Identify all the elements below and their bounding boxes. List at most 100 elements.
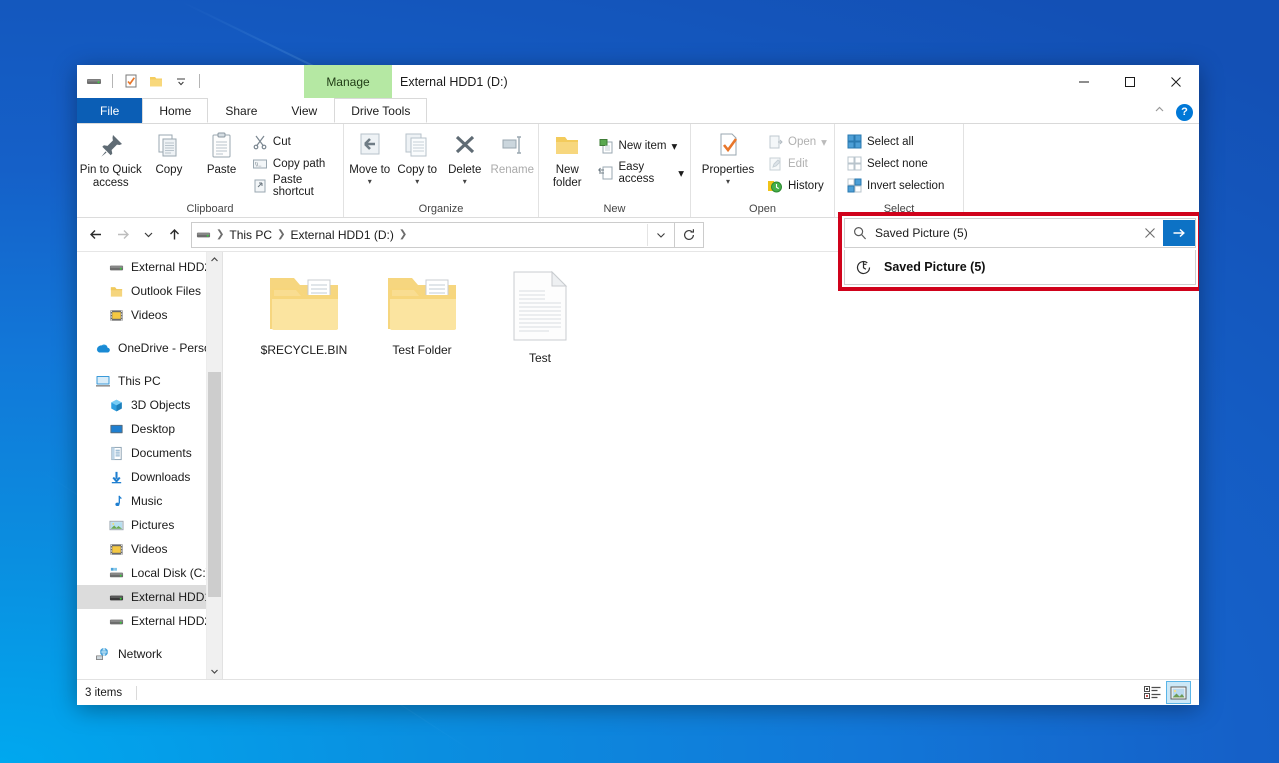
edit-button[interactable]: Edit (763, 154, 831, 173)
open-caret-icon[interactable]: ▾ (821, 135, 827, 149)
invert-selection-button[interactable]: Invert selection (843, 176, 948, 195)
sidebar-item-external-hdd2[interactable]: External HDD2 (E:) (77, 609, 222, 633)
sidebar-item-downloads[interactable]: Downloads (77, 465, 222, 489)
sidebar-item-external-hdd2-top[interactable]: External HDD2 (E:) (77, 255, 222, 279)
breadcrumb[interactable]: ❯ This PC ❯ External HDD1 (D:) ❯ (191, 222, 675, 248)
copy-button[interactable]: Copy (143, 128, 196, 177)
sidebar-item-this-pc[interactable]: This PC (77, 369, 222, 393)
sidebar-item-network[interactable]: Network (77, 642, 222, 666)
search-go-button[interactable] (1163, 220, 1195, 246)
sidebar-item-external-hdd1[interactable]: External HDD1 (D:) (77, 585, 222, 609)
minimize-button[interactable] (1061, 65, 1107, 98)
paste-button[interactable]: Paste (195, 128, 248, 177)
sidebar-label: Videos (131, 308, 167, 322)
large-icons-view-button[interactable] (1166, 681, 1191, 704)
pin-to-quick-access-button[interactable]: Pin to Quick access (79, 128, 143, 189)
drive-icon (109, 590, 124, 605)
recent-locations-button[interactable] (135, 222, 161, 248)
help-icon[interactable]: ? (1176, 104, 1193, 121)
search-input[interactable] (875, 226, 1137, 240)
breadcrumb-item-0[interactable]: This PC (225, 224, 276, 246)
delete-button[interactable]: Delete ▾ (441, 128, 489, 186)
file-item-test[interactable]: Test (481, 266, 599, 365)
properties-caret-icon[interactable]: ▾ (726, 178, 730, 186)
new-folder-icon[interactable] (145, 70, 167, 92)
sidebar-item-desktop[interactable]: Desktop (77, 417, 222, 441)
breadcrumb-item-1[interactable]: External HDD1 (D:) (286, 224, 397, 246)
file-item-test-folder[interactable]: Test Folder (363, 266, 481, 365)
new-folder-button[interactable]: New folder (541, 128, 594, 189)
tab-drive-tools[interactable]: Drive Tools (334, 98, 427, 123)
breadcrumb-dropdown-icon[interactable] (647, 224, 674, 246)
up-button[interactable] (161, 222, 187, 248)
customize-dropdown-icon[interactable] (170, 70, 192, 92)
tab-view[interactable]: View (274, 98, 334, 123)
breadcrumb-separator-2[interactable]: ❯ (398, 229, 408, 240)
maximize-button[interactable] (1107, 65, 1153, 98)
select-all-button[interactable]: Select all (843, 132, 948, 151)
sidebar-item-3d-objects[interactable]: 3D Objects (77, 393, 222, 417)
tab-share[interactable]: Share (208, 98, 274, 123)
collapse-ribbon-button[interactable] (1153, 103, 1166, 121)
downloads-icon (109, 470, 124, 485)
select-none-button[interactable]: Select none (843, 154, 948, 173)
clear-search-button[interactable] (1137, 227, 1163, 239)
breadcrumb-separator-0[interactable]: ❯ (215, 229, 225, 240)
copy-to-caret-icon[interactable]: ▾ (415, 178, 419, 186)
refresh-button[interactable] (675, 222, 704, 248)
scroll-up-arrow-icon[interactable] (207, 252, 222, 267)
properties-icon[interactable] (120, 70, 142, 92)
sidebar-item-local-disk-c[interactable]: Local Disk (C:) (77, 561, 222, 585)
scrollbar-thumb[interactable] (208, 372, 221, 597)
sidebar-item-pictures[interactable]: Pictures (77, 513, 222, 537)
this-pc-icon (95, 373, 111, 389)
title-bar: Manage External HDD1 (D:) (77, 65, 1199, 98)
clipboard-group-label: Clipboard (79, 201, 341, 217)
drive-icon[interactable] (83, 70, 105, 92)
easy-access-caret-icon[interactable]: ▾ (678, 166, 684, 180)
move-to-button[interactable]: Move to ▾ (346, 128, 394, 186)
cut-button[interactable]: Cut (248, 132, 341, 151)
pin-to-quick-access-label: Pin to Quick access (79, 164, 143, 189)
pictures-icon (109, 518, 124, 533)
3d-objects-icon (109, 398, 124, 413)
sidebar-item-music[interactable]: Music (77, 489, 222, 513)
ribbon-group-new: New folder New item ▾ Easy acce (539, 124, 691, 217)
delete-caret-icon[interactable]: ▾ (463, 178, 467, 186)
search-suggestion-item[interactable]: Saved Picture (5) (845, 250, 1195, 284)
back-button[interactable] (83, 222, 109, 248)
paste-shortcut-button[interactable]: Paste shortcut (248, 176, 341, 195)
window-controls (1061, 65, 1199, 98)
new-item-button[interactable]: New item ▾ (594, 136, 688, 155)
tab-home[interactable]: Home (142, 98, 208, 123)
move-to-caret-icon[interactable]: ▾ (368, 178, 372, 186)
search-highlight-box: Saved Picture (5) (838, 212, 1199, 291)
breadcrumb-separator-1[interactable]: ❯ (276, 229, 286, 240)
open-button[interactable]: Open ▾ (763, 132, 831, 151)
music-icon (109, 494, 124, 509)
breadcrumb-drive-icon[interactable] (192, 224, 215, 246)
tab-file[interactable]: File (77, 98, 142, 123)
scroll-down-arrow-icon[interactable] (207, 664, 222, 679)
copy-to-button[interactable]: Copy to ▾ (394, 128, 442, 186)
select-all-label: Select all (867, 136, 914, 148)
file-item-recycle-bin[interactable]: $RECYCLE.BIN (245, 266, 363, 365)
navigation-pane-scrollbar[interactable] (206, 252, 222, 679)
sidebar-item-documents[interactable]: Documents (77, 441, 222, 465)
new-item-caret-icon[interactable]: ▾ (671, 139, 677, 153)
details-view-button[interactable] (1141, 682, 1164, 703)
sidebar-item-outlook-files[interactable]: Outlook Files (77, 279, 222, 303)
copy-path-button[interactable]: \\.. Copy path (248, 154, 341, 173)
rename-button[interactable]: Rename (489, 128, 537, 177)
forward-button[interactable] (109, 222, 135, 248)
history-button[interactable]: History (763, 176, 831, 195)
new-group-label: New (541, 201, 688, 217)
search-box[interactable] (844, 218, 1196, 248)
sidebar-item-videos[interactable]: Videos (77, 537, 222, 561)
easy-access-button[interactable]: Easy access ▾ (594, 163, 688, 182)
sidebar-item-onedrive[interactable]: OneDrive - Personal (77, 336, 222, 360)
sidebar-item-videos-od[interactable]: Videos (77, 303, 222, 327)
file-list-view[interactable]: $RECYCLE.BIN (223, 252, 1199, 679)
close-button[interactable] (1153, 65, 1199, 98)
properties-button[interactable]: Properties ▾ (693, 128, 763, 186)
